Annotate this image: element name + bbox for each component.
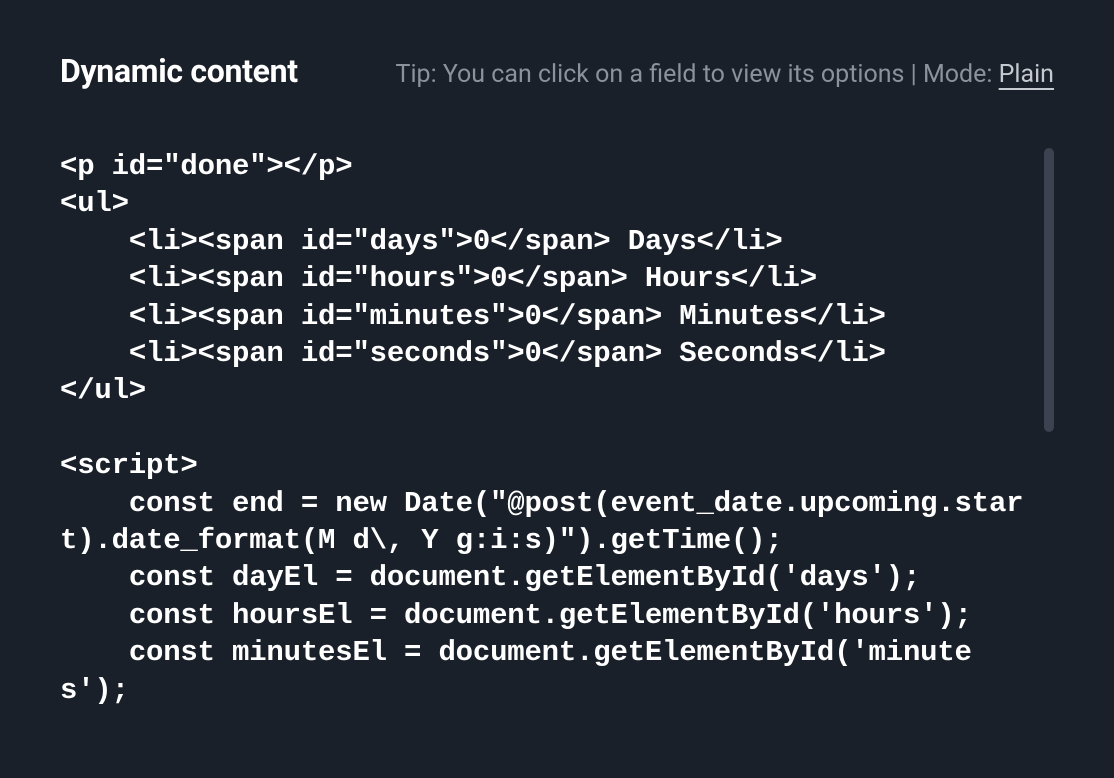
hint-prefix: Tip: You can click on a field to view it… bbox=[396, 60, 999, 89]
editor-panel: Dynamic content Tip: You can click on a … bbox=[0, 0, 1114, 778]
panel-title: Dynamic content bbox=[60, 52, 298, 90]
code-area-wrap: <p id="done"></p> <ul> <li><span id="day… bbox=[60, 148, 1054, 778]
scrollbar-thumb[interactable] bbox=[1044, 148, 1054, 432]
code-editor[interactable]: <p id="done"></p> <ul> <li><span id="day… bbox=[60, 148, 1054, 709]
mode-link[interactable]: Plain bbox=[999, 60, 1054, 89]
hint-text: Tip: You can click on a field to view it… bbox=[396, 60, 1054, 89]
header: Dynamic content Tip: You can click on a … bbox=[60, 52, 1054, 90]
scrollbar-track[interactable] bbox=[1044, 148, 1054, 778]
